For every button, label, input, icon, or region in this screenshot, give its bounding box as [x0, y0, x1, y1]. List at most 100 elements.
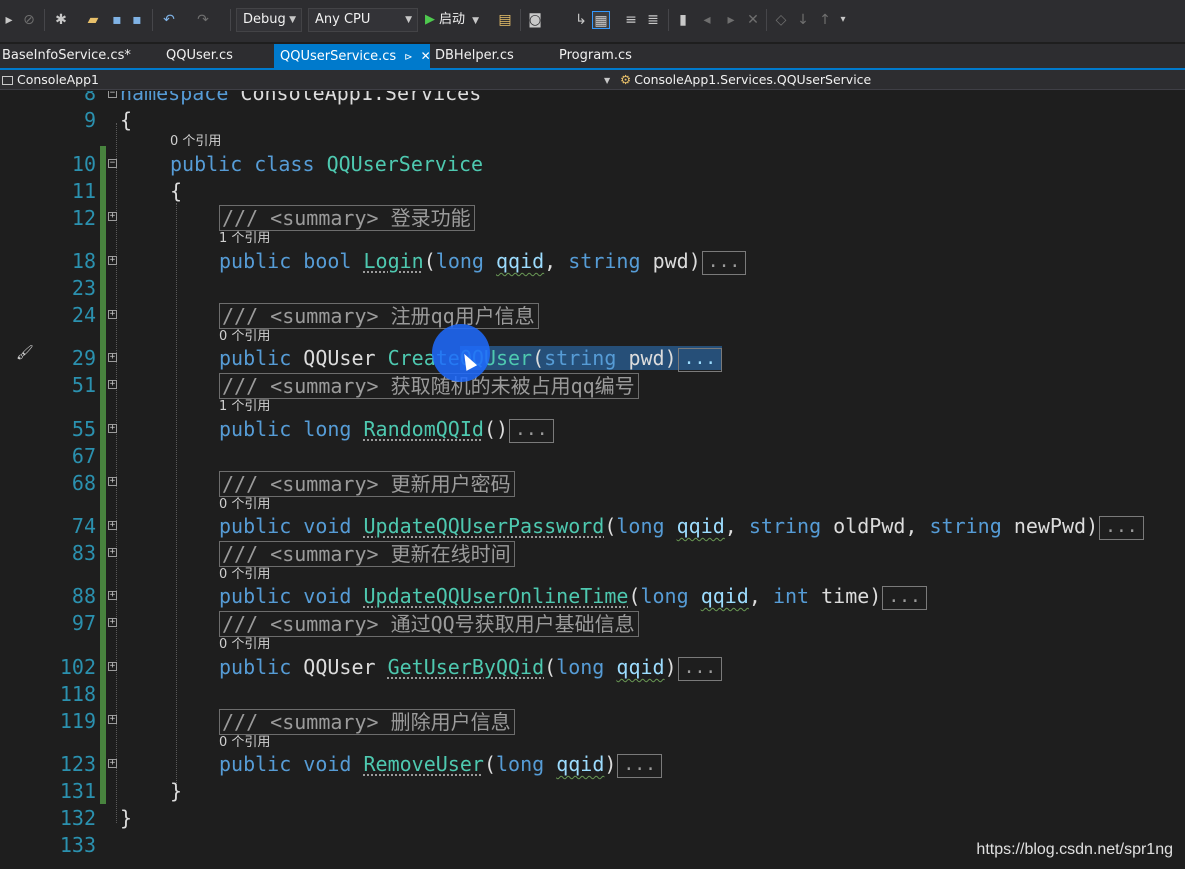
new-project-icon[interactable]: ✱: [52, 11, 70, 29]
config-select[interactable]: Debug ▼: [236, 8, 302, 32]
method-update-password[interactable]: public void UpdateQQUserPassword(long qq…: [219, 514, 1144, 540]
reference-count[interactable]: 0 个引用: [219, 568, 270, 582]
find-icon[interactable]: ▤: [496, 11, 514, 29]
fold-plus-icon[interactable]: +: [108, 759, 117, 768]
back-icon[interactable]: ▸: [0, 11, 18, 29]
link-icon[interactable]: ◇: [772, 11, 790, 29]
pin-icon[interactable]: ⊳: [404, 52, 412, 63]
method-name: RandomQQId: [363, 417, 484, 441]
method-remove-user[interactable]: public void RemoveUser(long qqid)...: [219, 752, 662, 778]
summary-comment-update-time[interactable]: /// <summary> 更新在线时间: [219, 541, 515, 567]
fold-plus-icon[interactable]: +: [108, 521, 117, 530]
watermark: https://blog.csdn.net/spr1ng: [976, 841, 1173, 858]
fold-plus-icon[interactable]: +: [108, 380, 117, 389]
collapsed-block[interactable]: ...: [882, 585, 927, 610]
save-icon[interactable]: ▪: [108, 11, 126, 29]
indent-icon[interactable]: ≡: [622, 11, 640, 29]
reference-count[interactable]: 0 个引用: [219, 330, 270, 344]
summary-comment-remove[interactable]: /// <summary> 删除用户信息: [219, 709, 515, 735]
summary-comment-random[interactable]: /// <summary> 获取随机的未被占用qq编号: [219, 373, 639, 399]
redo-icon[interactable]: ↷: [194, 11, 212, 29]
step-icon[interactable]: ↳: [572, 11, 590, 29]
collapsed-block[interactable]: ...: [617, 753, 662, 778]
platform-select[interactable]: Any CPU ▼: [308, 8, 418, 32]
fold-plus-icon[interactable]: +: [108, 548, 117, 557]
summary-comment-get-user[interactable]: /// <summary> 通过QQ号获取用户基础信息: [219, 611, 639, 637]
forward-icon[interactable]: ⊘: [20, 11, 38, 29]
param-name: oldPwd: [833, 514, 906, 538]
collapsed-block[interactable]: ...: [701, 250, 747, 275]
fold-minus-icon[interactable]: −: [108, 159, 117, 168]
param-name: qqid: [556, 752, 605, 776]
indent-guide: [176, 203, 177, 793]
tab-program[interactable]: Program.cs: [557, 44, 632, 68]
tab-qquser[interactable]: QQUser.cs: [164, 44, 233, 68]
bookmark-next-icon[interactable]: ▸: [722, 11, 740, 29]
fold-plus-icon[interactable]: +: [108, 212, 117, 221]
bookmark-clear-icon[interactable]: ✕: [744, 11, 762, 29]
reference-count[interactable]: 1 个引用: [219, 232, 270, 246]
param-type: long: [435, 249, 484, 273]
tab-qquserservice[interactable]: QQUserService.cs ⊳ ✕: [274, 44, 431, 68]
scope-select[interactable]: ⚙ ConsoleApp1.Services.QQUserService: [620, 71, 1180, 89]
camera-icon[interactable]: ◙: [526, 11, 544, 29]
fold-plus-icon[interactable]: +: [108, 662, 117, 671]
summary-comment-login[interactable]: /// <summary> 登录功能: [219, 205, 475, 231]
overflow-icon[interactable]: ▾: [834, 11, 852, 29]
method-update-online-time[interactable]: public void UpdateQQUserOnlineTime(long …: [219, 584, 927, 610]
line-number: 133: [59, 833, 96, 857]
tab-label: DBHelper.cs: [435, 48, 514, 63]
collapsed-block[interactable]: ...: [509, 418, 554, 443]
fold-plus-icon[interactable]: +: [108, 256, 117, 265]
collapsed-block[interactable]: ...: [677, 656, 723, 681]
class-close-brace: }: [170, 779, 183, 803]
class-declaration[interactable]: public class QQUserService: [170, 152, 483, 176]
collapsed-block[interactable]: ...: [1099, 515, 1144, 540]
tab-dbhelper[interactable]: DBHelper.cs: [433, 44, 514, 68]
line-number: 29: [71, 346, 96, 370]
reference-count[interactable]: 0 个引用: [219, 498, 270, 512]
namespace-declaration[interactable]: namespace ConsoleApp1.Services: [120, 91, 481, 105]
tab-baseinfoservice[interactable]: BaseInfoService.cs*: [0, 44, 131, 68]
param-name: pwd: [652, 249, 689, 273]
toolbar-separator: [44, 9, 45, 31]
method-get-user-by-qqid[interactable]: public QQUser GetUserByQQid(long qqid)..…: [219, 655, 723, 681]
code-editor[interactable]: 🖌 8 9 10 11 12 18 23 24 29 51 55 67 68 7…: [0, 91, 1185, 869]
close-icon[interactable]: ✕: [421, 49, 431, 63]
class-reference-count[interactable]: 0 个引用: [170, 135, 221, 149]
reference-count[interactable]: 1 个引用: [219, 400, 270, 414]
platform-value: Any CPU: [315, 12, 371, 27]
reference-count[interactable]: 0 个引用: [219, 736, 270, 750]
fold-plus-icon[interactable]: +: [108, 618, 117, 627]
method-name: RemoveUser: [363, 752, 484, 776]
open-icon[interactable]: ▰: [84, 11, 102, 29]
reference-count[interactable]: 0 个引用: [219, 638, 270, 652]
fold-plus-icon[interactable]: +: [108, 310, 117, 319]
arrow-down-icon[interactable]: ↓: [794, 11, 812, 29]
method-random-qqid[interactable]: public long RandomQQId()...: [219, 417, 554, 443]
undo-icon[interactable]: ↶: [160, 11, 178, 29]
fold-plus-icon[interactable]: +: [108, 353, 117, 362]
arrow-up-icon[interactable]: ↑: [816, 11, 834, 29]
fold-plus-icon[interactable]: +: [108, 424, 117, 433]
project-select[interactable]: ConsoleApp1 ▼: [2, 71, 612, 89]
summary-comment-update-password[interactable]: /// <summary> 更新用户密码: [219, 471, 515, 497]
start-button[interactable]: ▶ 启动 ▼: [425, 8, 485, 32]
fold-minus-icon[interactable]: −: [108, 91, 117, 98]
collapsed-block[interactable]: ...: [677, 347, 723, 372]
fold-plus-icon[interactable]: +: [108, 477, 117, 486]
toggle-icon[interactable]: ▦: [592, 11, 610, 29]
outdent-icon[interactable]: ≣: [644, 11, 662, 29]
method-login[interactable]: public bool Login(long qqid, string pwd)…: [219, 249, 747, 275]
tab-label: Program.cs: [559, 48, 632, 63]
param-type: string: [568, 249, 641, 273]
fold-plus-icon[interactable]: +: [108, 591, 117, 600]
bookmark-icon[interactable]: ▮: [674, 11, 692, 29]
bookmark-prev-icon[interactable]: ◂: [698, 11, 716, 29]
method-name: UpdateQQUserPassword: [363, 514, 605, 538]
keyword: namespace: [120, 91, 229, 105]
config-value: Debug: [243, 12, 286, 27]
summary-comment-create[interactable]: /// <summary> 注册qq用户信息: [219, 303, 539, 329]
save-all-icon[interactable]: ▪: [128, 11, 146, 29]
fold-plus-icon[interactable]: +: [108, 715, 117, 724]
